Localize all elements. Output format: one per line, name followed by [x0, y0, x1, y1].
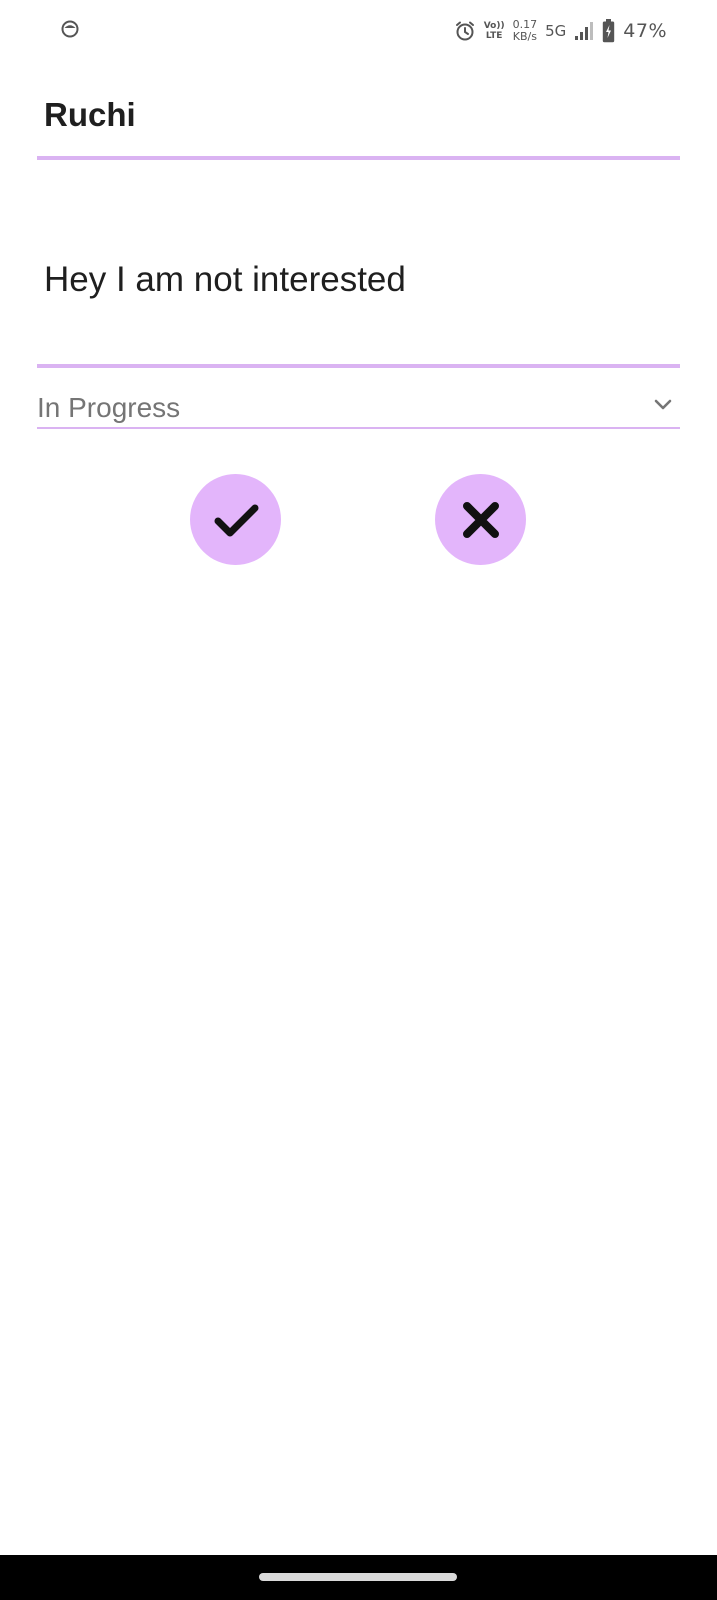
signal-bars-icon: [575, 22, 594, 40]
network-speed-unit: KB/s: [512, 30, 537, 43]
cancel-button[interactable]: [435, 474, 526, 565]
home-gesture-handle[interactable]: [259, 1573, 457, 1581]
name-field[interactable]: Ruchi: [37, 80, 680, 160]
notification-app-icon: [61, 20, 79, 38]
alarm-icon: [455, 21, 474, 41]
status-icons: Vo)) LTE 0.17 KB/s 5G 47%: [454, 14, 667, 48]
message-field[interactable]: Hey I am not interested: [37, 230, 680, 368]
network-speed: 0.17 KB/s: [513, 19, 538, 43]
chevron-down-icon: [654, 399, 672, 410]
name-value: Ruchi: [44, 96, 136, 133]
network-type-label: 5G: [545, 22, 567, 40]
battery-percent: 47%: [623, 20, 667, 42]
battery-charging-icon: [603, 19, 615, 43]
system-navigation-bar: [0, 1555, 717, 1600]
volte-bottom-label: LTE: [485, 31, 503, 41]
close-icon: [462, 501, 499, 538]
volte-top-label: Vo)): [483, 21, 505, 31]
message-value: Hey I am not interested: [44, 260, 406, 299]
check-icon: [214, 504, 258, 536]
status-dropdown[interactable]: In Progress: [37, 386, 680, 429]
volte-icon: Vo)) LTE: [484, 21, 505, 41]
status-dropdown-value: In Progress: [37, 392, 181, 423]
confirm-button[interactable]: [190, 474, 281, 565]
status-bar: Vo)) LTE 0.17 KB/s 5G 47%: [0, 0, 717, 60]
